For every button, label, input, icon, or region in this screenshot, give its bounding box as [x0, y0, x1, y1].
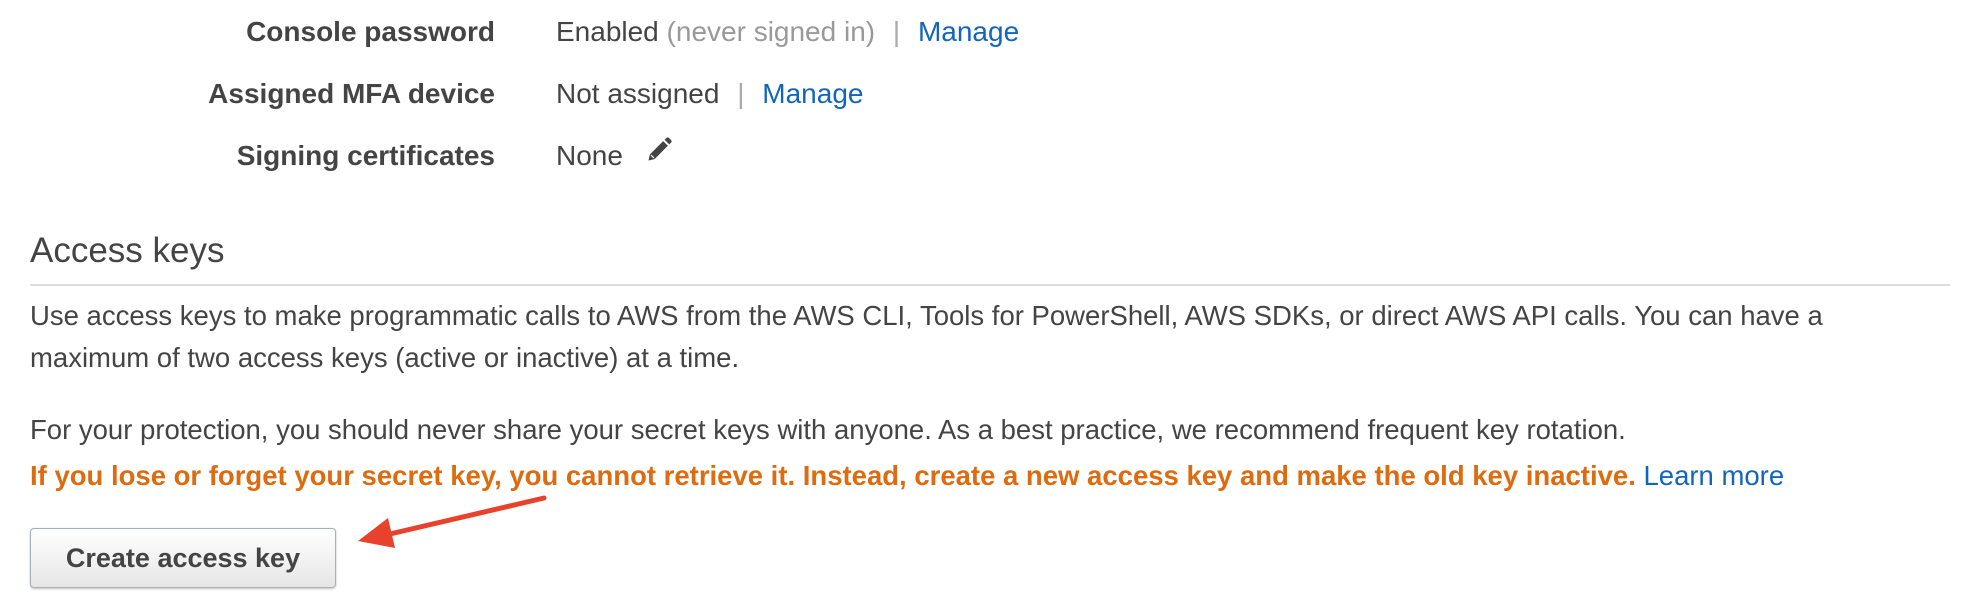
console-password-note: (never signed in): [666, 16, 876, 47]
secret-key-warning: If you lose or forget your secret key, y…: [30, 460, 1636, 491]
signing-certificates-value-group: None: [556, 136, 673, 178]
pencil-icon[interactable]: [645, 135, 673, 175]
console-password-row: Console password Enabled (never signed i…: [0, 12, 1979, 52]
signing-certificates-status: None: [556, 140, 623, 171]
mfa-device-manage-link[interactable]: Manage: [762, 78, 863, 109]
learn-more-link[interactable]: Learn more: [1643, 460, 1784, 491]
console-password-status: Enabled: [556, 16, 659, 47]
access-keys-description: Use access keys to make programmatic cal…: [30, 300, 1823, 373]
separator: |: [892, 16, 901, 47]
section-divider: [30, 284, 1950, 286]
separator: |: [737, 78, 745, 109]
access-keys-heading: Access keys: [30, 231, 225, 270]
annotation-arrow-icon: [358, 495, 547, 548]
mfa-device-label: Assigned MFA device: [208, 78, 495, 109]
mfa-device-status: Not assigned: [556, 78, 720, 109]
mfa-device-row: Assigned MFA device Not assigned | Manag…: [0, 74, 1979, 114]
console-password-value-group: Enabled (never signed in) | Manage: [556, 12, 1019, 52]
mfa-device-value-group: Not assigned | Manage: [556, 74, 863, 114]
console-password-label: Console password: [246, 16, 495, 47]
warning-line: If you lose or forget your secret key, y…: [30, 455, 1784, 497]
signing-certificates-label: Signing certificates: [236, 140, 495, 171]
protection-text: For your protection, you should never sh…: [30, 414, 1626, 445]
console-password-manage-link[interactable]: Manage: [918, 16, 1019, 47]
signing-certificates-row: Signing certificates None: [0, 136, 1979, 176]
create-access-key-button[interactable]: Create access key: [30, 528, 336, 588]
